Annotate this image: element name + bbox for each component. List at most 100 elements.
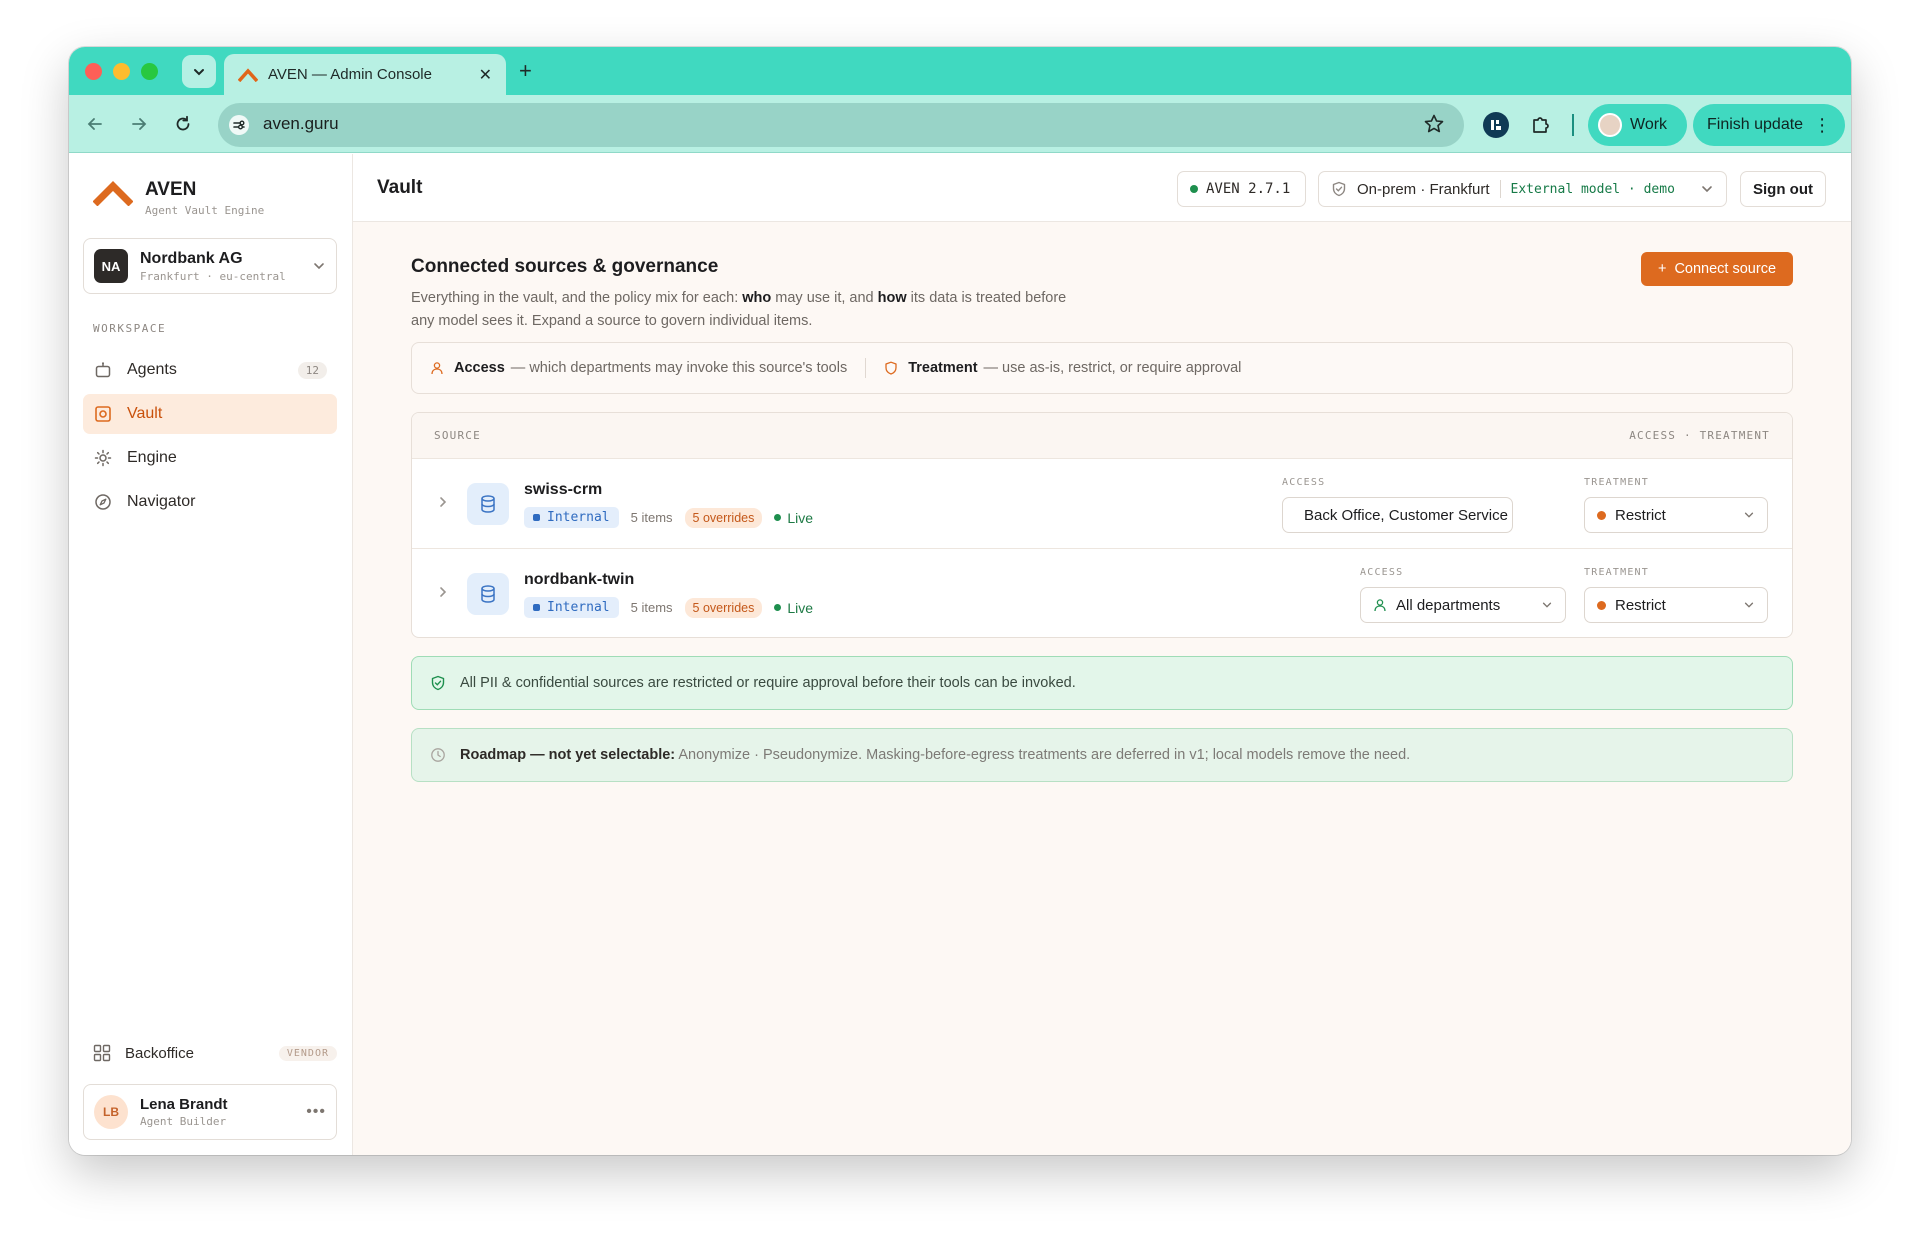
forward-button[interactable] <box>127 112 151 136</box>
policy-legend: Access — which departments may invoke th… <box>411 342 1793 394</box>
minimize-window-button[interactable] <box>113 63 130 80</box>
arrow-left-icon <box>87 118 102 130</box>
square-icon <box>533 604 540 611</box>
sign-out-button[interactable]: Sign out <box>1740 171 1826 207</box>
url-text[interactable]: aven.guru <box>263 114 339 134</box>
address-bar[interactable] <box>218 103 1464 147</box>
status-dot <box>774 514 782 521</box>
more-vert-icon[interactable]: ⋮ <box>1813 115 1831 136</box>
extension-icon[interactable] <box>1483 112 1509 138</box>
connect-source-label: Connect source <box>1674 261 1777 277</box>
column-header-policy: ACCESS · TREATMENT <box>1629 429 1770 442</box>
expand-chevron-icon[interactable] <box>436 585 450 604</box>
legend-treatment-text: — use as-is, restrict, or require approv… <box>983 360 1242 376</box>
version-text: AVEN 2.7.1 <box>1206 181 1291 197</box>
desc-who: who <box>742 290 772 306</box>
browser-window: AVEN — Admin Console ✕ + aven.guru Work … <box>69 47 1851 1155</box>
sun-gear-icon <box>93 448 113 468</box>
treatment-select[interactable]: Restrict <box>1584 497 1768 533</box>
user-role: Agent Builder <box>140 1115 227 1128</box>
extensions-puzzle-icon[interactable] <box>1530 113 1552 140</box>
classification-label: Internal <box>547 510 610 525</box>
legend-access-title: Access <box>454 360 505 376</box>
page-header: Vault AVEN 2.7.1 On-prem · Frankfurt Ext… <box>353 154 1851 222</box>
section-label-workspace: WORKSPACE <box>93 322 167 335</box>
square-icon <box>533 514 540 521</box>
items-count: 5 items <box>630 510 673 525</box>
status-label: Live <box>787 599 814 616</box>
access-select[interactable]: Back Office, Customer Service <box>1282 497 1513 533</box>
roadmap-notice: Roadmap — not yet selectable: Anonymize … <box>411 728 1793 782</box>
treatment-field-label: TREATMENT <box>1584 567 1649 578</box>
reload-button[interactable] <box>171 112 195 136</box>
database-icon <box>467 483 509 525</box>
shield-icon <box>1332 181 1346 197</box>
table-row: swiss-crm Internal 5 items 5 overrides L… <box>412 459 1792 549</box>
treatment-select[interactable]: Restrict <box>1584 587 1768 623</box>
bookmark-star-icon[interactable] <box>1423 113 1445 140</box>
sidebar-item-vault[interactable]: Vault <box>83 394 337 434</box>
section-title: Connected sources & governance <box>411 256 719 277</box>
user-card[interactable]: LB Lena Brandt Agent Builder ••• <box>83 1084 337 1140</box>
sidebar-item-agents[interactable]: Agents 12 <box>83 350 337 390</box>
tab-search-button[interactable] <box>182 55 216 88</box>
maximize-window-button[interactable] <box>141 63 158 80</box>
access-field-label: ACCESS <box>1360 567 1404 578</box>
profile-label: Work <box>1630 116 1668 133</box>
person-icon <box>1374 599 1386 612</box>
legend-access-text: — which departments may invoke this sour… <box>510 360 848 376</box>
classification-tag: Internal <box>524 507 619 528</box>
divider <box>865 358 867 378</box>
database-icon <box>467 573 509 615</box>
new-tab-button[interactable]: + <box>519 57 532 85</box>
access-value: Back Office, Customer Service <box>1304 506 1508 524</box>
org-switcher[interactable]: NA Nordbank AG Frankfurt · eu-central <box>83 238 337 294</box>
desc-how: how <box>877 290 907 306</box>
table-row: nordbank-twin Internal 5 items 5 overrid… <box>412 549 1792 637</box>
model-mode: External model · demo <box>1510 181 1675 197</box>
column-header-source: SOURCE <box>434 429 481 442</box>
avatar: LB <box>94 1095 128 1129</box>
deployment-selector[interactable]: On-prem · Frankfurt External model · dem… <box>1318 171 1727 207</box>
divider <box>1499 180 1501 198</box>
sidebar-item-engine[interactable]: Engine <box>83 438 337 478</box>
classification-label: Internal <box>547 600 610 615</box>
org-location: Frankfurt · eu-central <box>140 269 286 283</box>
profile-avatar <box>1598 113 1622 137</box>
robot-icon <box>93 360 113 380</box>
governance-notice-text: All PII & confidential sources are restr… <box>460 675 1076 691</box>
connect-source-button[interactable]: + Connect source <box>1641 252 1793 286</box>
access-select[interactable]: All departments <box>1360 587 1566 623</box>
brand: AVEN Agent Vault Engine <box>93 180 264 217</box>
source-name[interactable]: nordbank-twin <box>524 571 634 589</box>
backoffice-label: Backoffice <box>125 1044 194 1062</box>
status-dot <box>1190 185 1198 193</box>
desc-text: Everything in the vault, and the policy … <box>411 290 743 306</box>
agents-count-badge: 12 <box>297 361 327 379</box>
close-window-button[interactable] <box>85 63 102 80</box>
sidebar-item-backoffice[interactable]: Backoffice VENDOR <box>93 1044 337 1062</box>
finish-update-button[interactable]: Finish update ⋮ <box>1693 104 1845 146</box>
compass-icon <box>93 492 113 512</box>
version-badge: AVEN 2.7.1 <box>1177 171 1306 207</box>
sidebar-item-navigator[interactable]: Navigator <box>83 482 337 522</box>
back-button[interactable] <box>83 112 107 136</box>
aven-logo-icon <box>238 67 258 82</box>
main-content: Vault AVEN 2.7.1 On-prem · Frankfurt Ext… <box>353 154 1851 1155</box>
sidebar-nav: Agents 12 Vault Engine Navigator <box>83 350 337 526</box>
expand-chevron-icon[interactable] <box>436 495 450 514</box>
page-title: Vault <box>377 177 423 198</box>
close-tab-icon[interactable]: ✕ <box>479 65 492 85</box>
update-label: Finish update <box>1707 116 1804 133</box>
tab-aven-admin[interactable]: AVEN — Admin Console ✕ <box>224 54 506 95</box>
profile-button[interactable]: Work <box>1588 104 1687 146</box>
app: AVEN Agent Vault Engine NA Nordbank AG F… <box>69 154 1851 1155</box>
clock-icon <box>431 748 445 762</box>
treatment-value: Restrict <box>1615 596 1666 614</box>
source-meta: Internal 5 items 5 overrides Live <box>524 507 813 528</box>
tab-strip: AVEN — Admin Console ✕ + <box>69 47 1851 95</box>
sidebar-item-label: Engine <box>127 449 177 466</box>
more-horizontal-icon[interactable]: ••• <box>306 1103 326 1121</box>
source-name[interactable]: swiss-crm <box>524 481 602 499</box>
site-settings-icon[interactable] <box>229 115 249 140</box>
